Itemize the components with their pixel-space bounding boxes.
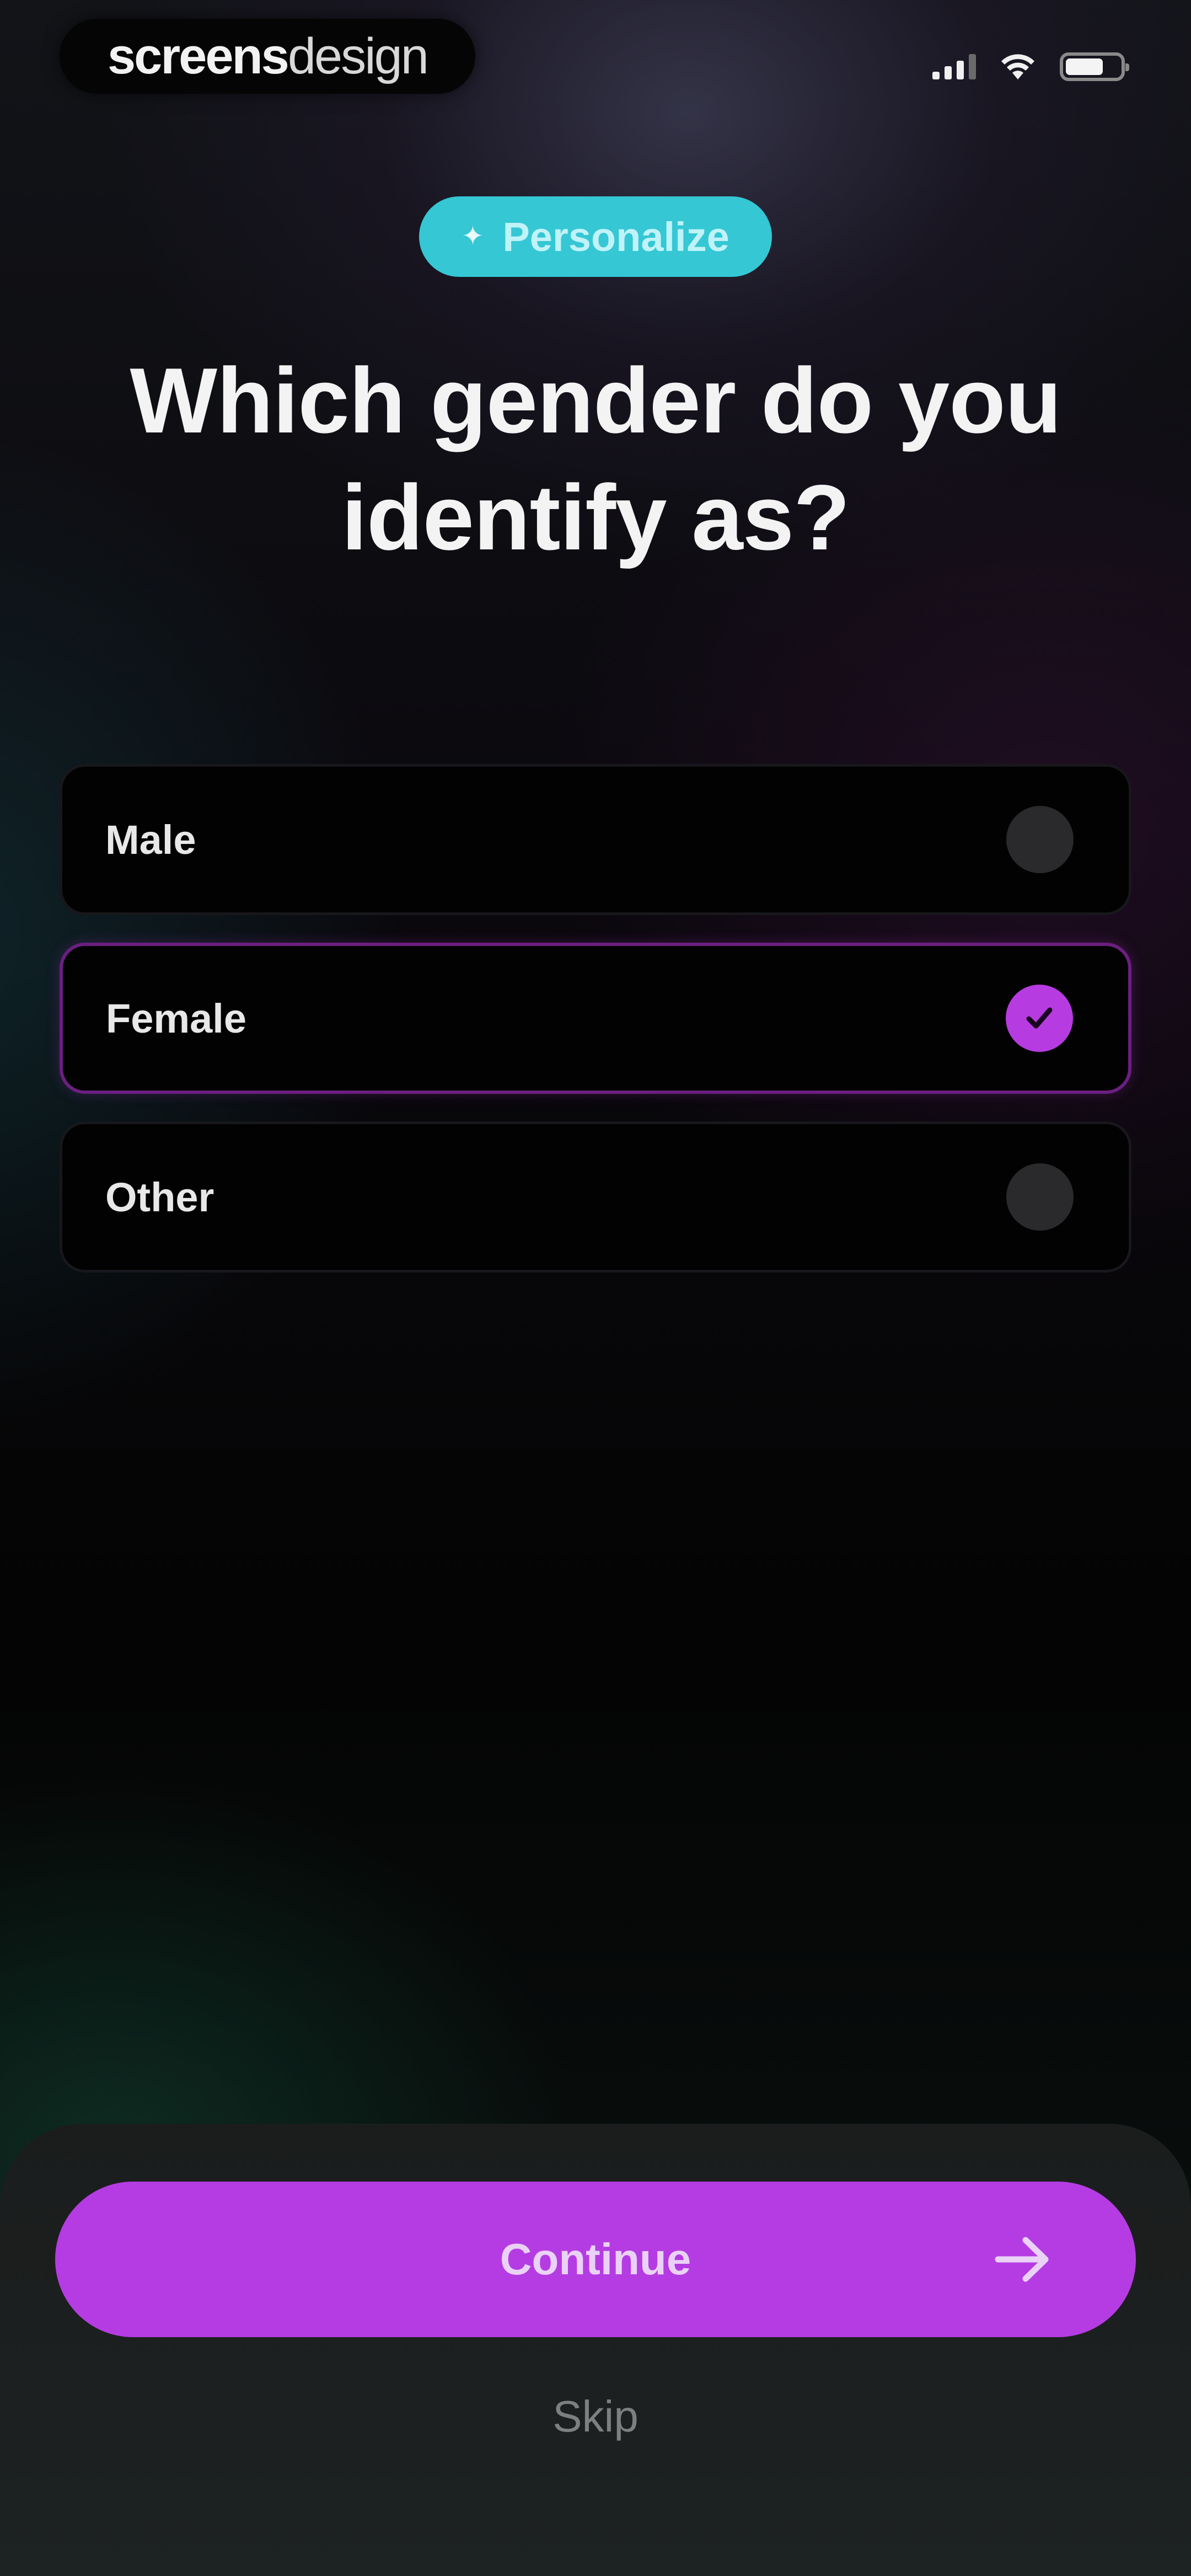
continue-label: Continue xyxy=(500,2235,691,2284)
wifi-icon xyxy=(1001,54,1034,79)
onboarding-screen: screens design ✦ Personalize Which gender… xyxy=(0,0,1191,2576)
option-other[interactable]: Other xyxy=(60,1121,1131,1273)
continue-button[interactable]: Continue xyxy=(55,2182,1136,2337)
brand-watermark: screens design xyxy=(60,19,475,94)
question-title: Which gender do you identify as? xyxy=(130,349,1062,569)
check-icon[interactable] xyxy=(1006,985,1073,1052)
arrow-right-icon xyxy=(995,2237,1049,2282)
sparkle-icon: ✦ xyxy=(462,222,484,251)
cellular-signal-icon xyxy=(932,54,976,79)
option-label: Male xyxy=(105,816,196,863)
radio-unchecked-icon[interactable] xyxy=(1006,1163,1074,1231)
option-male[interactable]: Male xyxy=(60,764,1131,915)
option-label: Other xyxy=(105,1174,214,1220)
personalize-tag: ✦ Personalize xyxy=(419,196,772,277)
option-female[interactable]: Female xyxy=(60,943,1131,1094)
radio-unchecked-icon[interactable] xyxy=(1006,806,1074,873)
brand-name-light: design xyxy=(287,28,429,84)
tag-label: Personalize xyxy=(502,213,729,260)
battery-icon xyxy=(1060,52,1129,81)
brand-name-bold: screens xyxy=(108,28,289,84)
gender-options: Male Female Other xyxy=(60,764,1131,1300)
skip-link[interactable]: Skip xyxy=(485,2391,706,2442)
option-label: Female xyxy=(106,995,247,1041)
status-icons xyxy=(932,47,1129,86)
